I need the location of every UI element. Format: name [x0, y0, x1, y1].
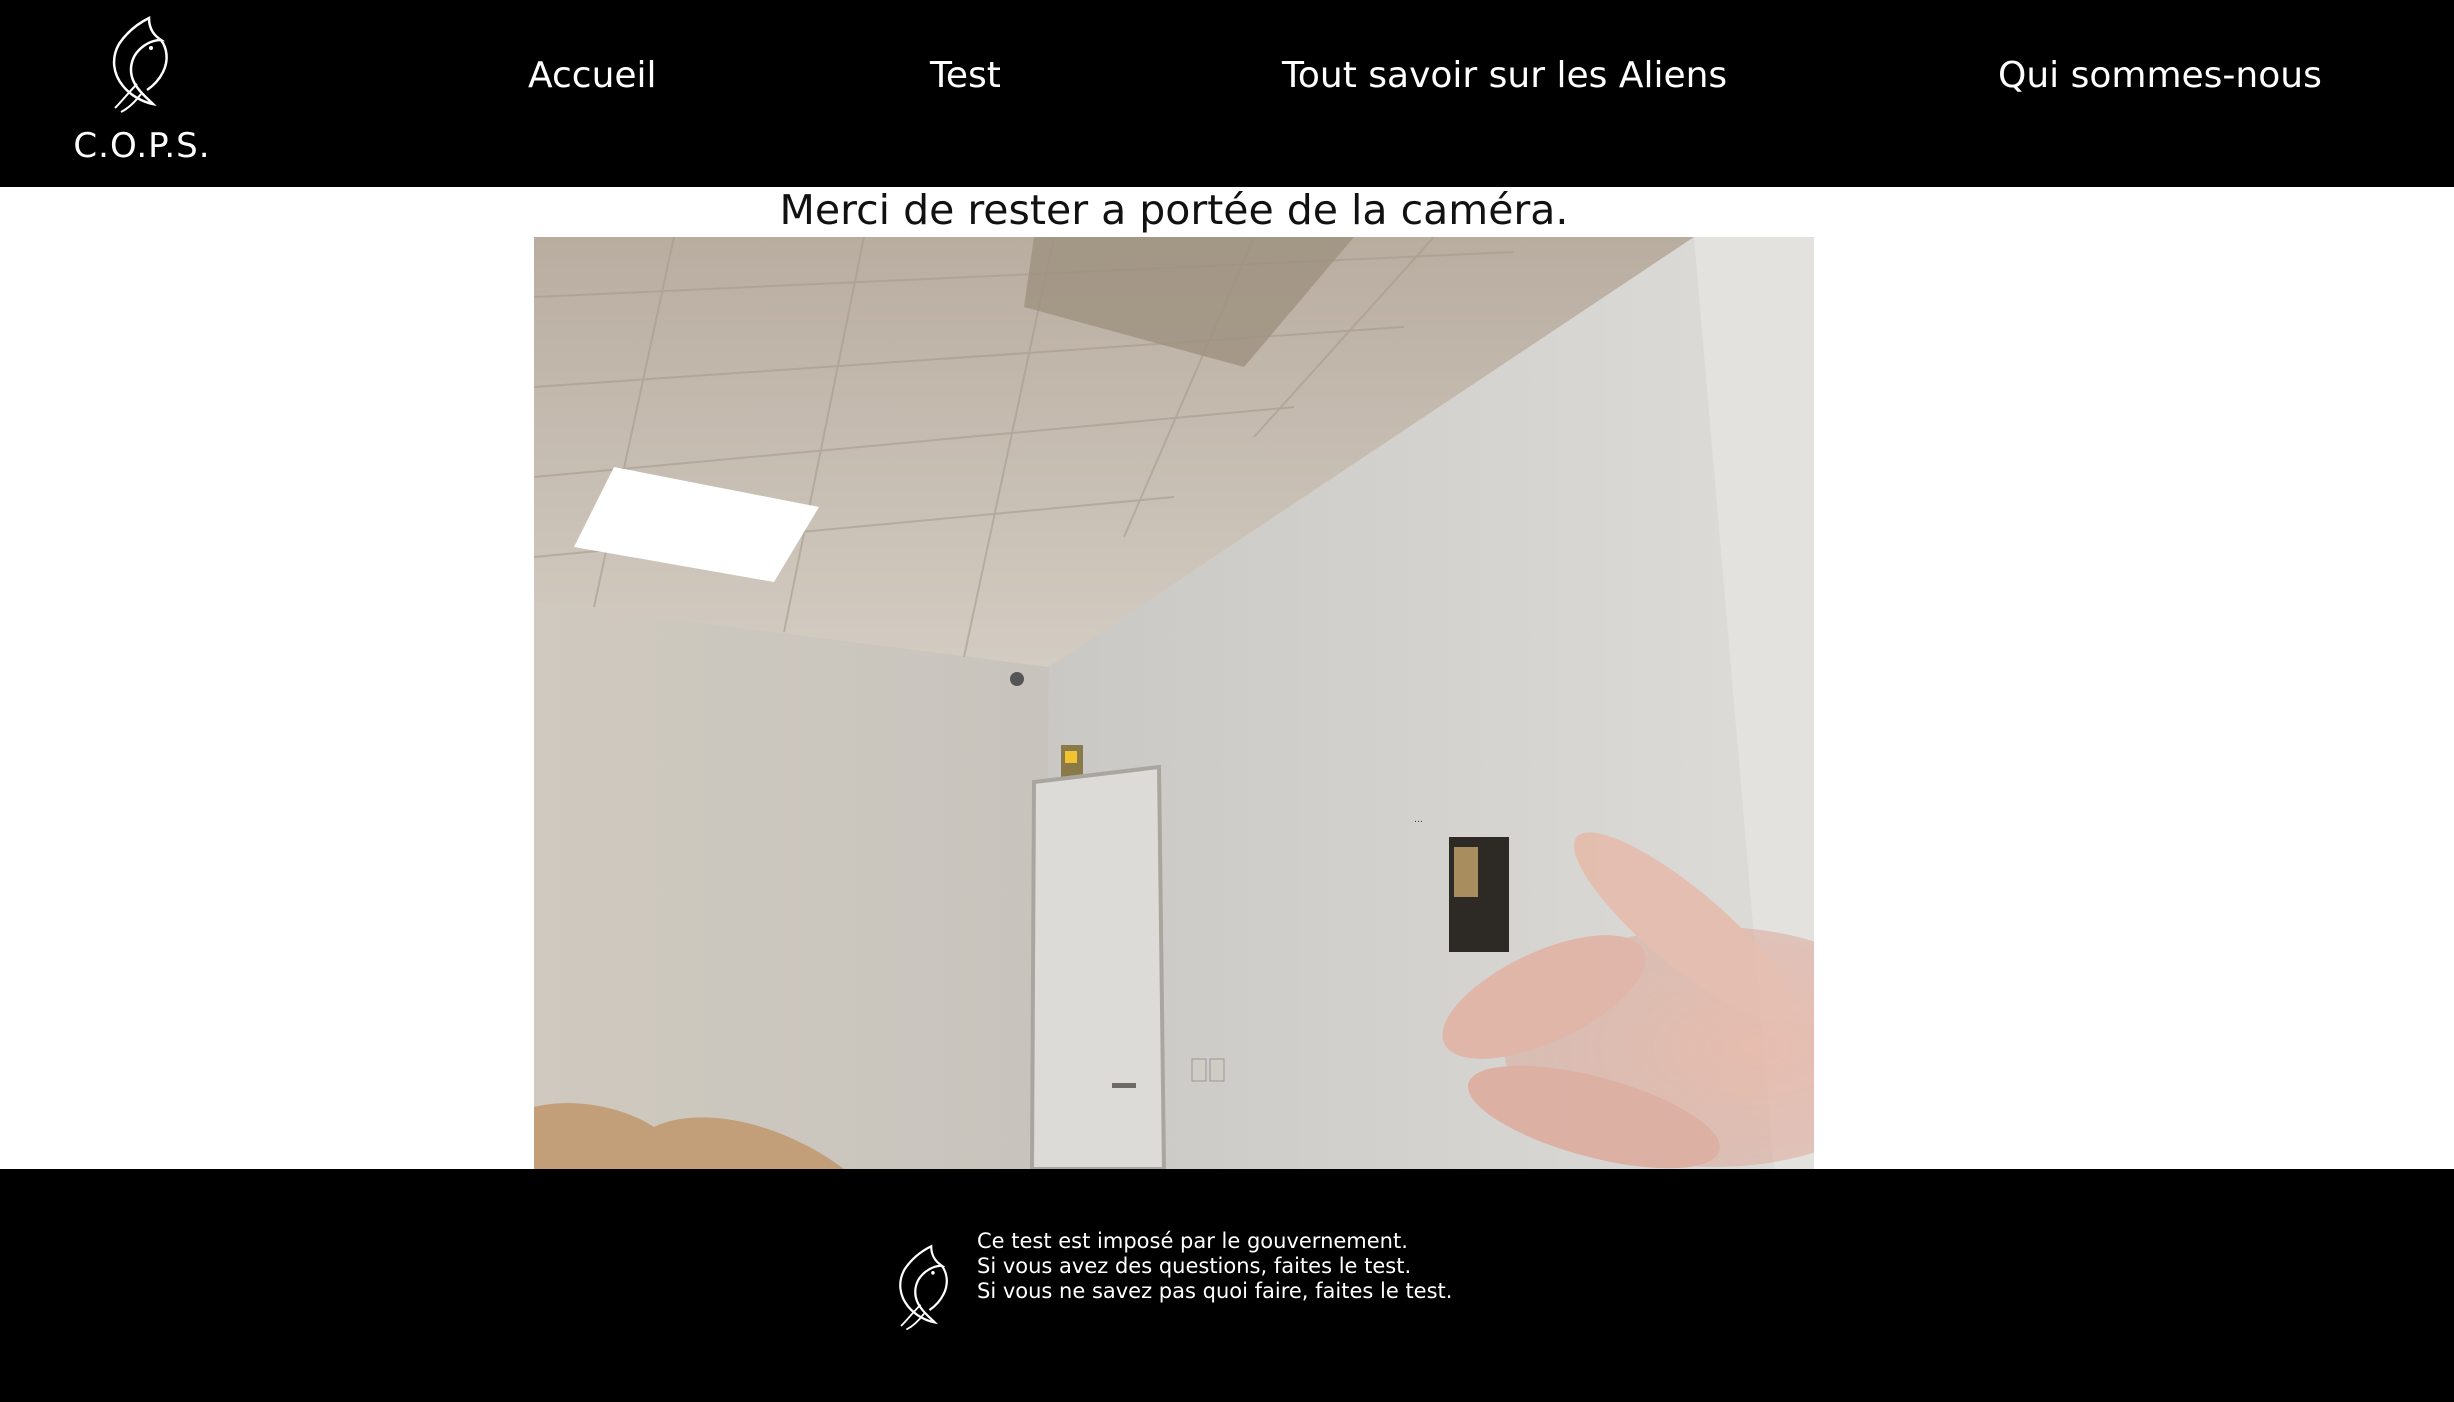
nav-qui-sommes-nous[interactable]: Qui sommes-nous [1998, 55, 2322, 96]
nav-accueil[interactable]: Accueil [528, 55, 657, 96]
page-title: Merci de rester a portée de la caméra. [779, 186, 1569, 234]
footer-text: Ce test est imposé par le gouvernement. … [977, 1229, 1452, 1304]
site-footer: Ce test est imposé par le gouvernement. … [0, 1169, 2454, 1402]
webcam-video: … [534, 237, 1814, 1169]
nav-test[interactable]: Test [930, 55, 1001, 96]
camera-feed: … [534, 237, 1814, 1169]
footer-line: Si vous avez des questions, faites le te… [977, 1254, 1412, 1278]
nav-aliens[interactable]: Tout savoir sur les Aliens [1282, 55, 1727, 96]
svg-text:…: … [1414, 815, 1423, 825]
site-logo[interactable]: C.O.P.S. [72, 14, 212, 166]
logo-text: C.O.P.S. [73, 126, 211, 166]
footer-line: Si vous ne savez pas quoi faire, faites … [977, 1279, 1453, 1303]
site-header: C.O.P.S. Accueil Test Tout savoir sur le… [0, 0, 2454, 187]
footer-line: Ce test est imposé par le gouvernement. [977, 1229, 1408, 1253]
dolphin-icon [112, 15, 168, 113]
dolphin-icon [899, 1244, 948, 1331]
